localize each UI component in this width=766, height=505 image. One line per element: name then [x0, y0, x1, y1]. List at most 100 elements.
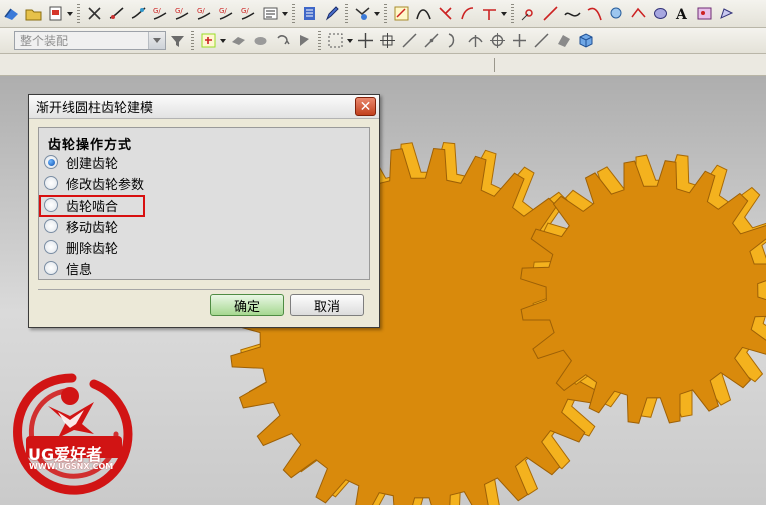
- gear-edit-icon-3[interactable]: G/: [195, 5, 213, 23]
- radio-button[interactable]: [44, 155, 58, 169]
- dialog-title: 渐开线圆柱齿轮建模: [36, 101, 154, 116]
- radio-button[interactable]: [44, 261, 58, 275]
- gear-edit-icon-2[interactable]: G/: [173, 5, 191, 23]
- solid-icon[interactable]: [251, 32, 269, 50]
- image-icon[interactable]: [695, 5, 713, 23]
- toolbar-grip[interactable]: [345, 3, 348, 24]
- snap-point-icon[interactable]: [199, 32, 217, 50]
- close-button[interactable]: ✕: [355, 97, 376, 116]
- shape-icon[interactable]: [717, 5, 735, 23]
- assembly-scope-combo[interactable]: 整个装配: [14, 31, 166, 50]
- snap-quadrant-icon[interactable]: [466, 32, 484, 50]
- helix-icon[interactable]: [607, 5, 625, 23]
- document-icon[interactable]: [46, 5, 64, 23]
- feature-list-icon[interactable]: [261, 5, 279, 23]
- rotate-icon[interactable]: [273, 32, 291, 50]
- svg-text:G/: G/: [241, 7, 249, 15]
- ug-logo: [13, 373, 133, 495]
- main-toolbar: G/ G/ G/ G/ G/ A: [0, 0, 766, 28]
- line-icon[interactable]: [541, 5, 559, 23]
- radio-button[interactable]: [44, 240, 58, 254]
- trim-curve-icon[interactable]: [436, 5, 454, 23]
- option-move-gear[interactable]: 移动齿轮: [44, 216, 118, 236]
- edit-feature-icon[interactable]: [107, 5, 125, 23]
- snap-curve-icon[interactable]: [444, 32, 462, 50]
- surface-icon[interactable]: [651, 5, 669, 23]
- svg-text:A: A: [675, 7, 688, 22]
- cancel-button[interactable]: 取消: [290, 294, 364, 316]
- snap-intersection-icon[interactable]: [510, 32, 528, 50]
- ok-button[interactable]: 确定: [210, 294, 284, 316]
- pan-icon[interactable]: [356, 32, 374, 50]
- toolbar-grip[interactable]: [191, 30, 194, 51]
- gear-edit-icon-4[interactable]: G/: [217, 5, 235, 23]
- dropdown-arrow-icon[interactable]: [219, 32, 227, 50]
- offset-curve-icon[interactable]: [458, 5, 476, 23]
- toolbar-grip[interactable]: [511, 3, 514, 24]
- sketch-icon[interactable]: [392, 5, 410, 23]
- dropdown-arrow-icon[interactable]: [66, 5, 74, 23]
- logo-url-text: WWW.UGSNX.COM: [29, 462, 114, 471]
- dropdown-arrow-icon[interactable]: [281, 5, 289, 23]
- option-label: 删除齿轮: [66, 241, 119, 257]
- dropdown-arrow-icon[interactable]: [500, 5, 508, 23]
- option-label: 创建齿轮: [66, 156, 119, 172]
- option-info[interactable]: 信息: [44, 258, 92, 278]
- option-label: 信息: [66, 262, 93, 278]
- snap-line-icon[interactable]: [400, 32, 418, 50]
- dropdown-arrow-icon[interactable]: [373, 5, 381, 23]
- highlight-box: [39, 195, 145, 217]
- radio-button[interactable]: [44, 176, 58, 190]
- transform-icon[interactable]: [353, 5, 371, 23]
- resource-strip: [0, 54, 766, 76]
- point-icon[interactable]: [519, 5, 537, 23]
- small-gear-face: [520, 160, 766, 424]
- snap-center-icon[interactable]: [488, 32, 506, 50]
- toolbar-grip[interactable]: [384, 3, 387, 24]
- bridge-curve-icon[interactable]: [480, 5, 498, 23]
- dialog-divider: [38, 289, 370, 290]
- filter-icon[interactable]: [168, 32, 186, 50]
- select-box-icon[interactable]: [326, 32, 344, 50]
- curve-icon[interactable]: [414, 5, 432, 23]
- toolbar-grip[interactable]: [292, 3, 295, 24]
- body-icon[interactable]: [229, 32, 247, 50]
- spline-icon[interactable]: [563, 5, 581, 23]
- edit-parameters-icon[interactable]: [129, 5, 147, 23]
- gear-edit-icon-5[interactable]: G/: [239, 5, 257, 23]
- snap-on-curve-icon[interactable]: [532, 32, 550, 50]
- assembly-toolbar: 整个装配: [0, 28, 766, 54]
- option-label: 修改齿轮参数: [66, 177, 145, 193]
- gear-modeling-dialog: 渐开线圆柱齿轮建模 ✕ 齿轮操作方式 创建齿轮 修改齿轮参数 齿轮啮合 移动齿轮…: [28, 94, 380, 328]
- cut-icon[interactable]: [85, 5, 103, 23]
- section-curve-icon[interactable]: [629, 5, 647, 23]
- radio-button[interactable]: [44, 219, 58, 233]
- svg-text:G/: G/: [175, 7, 183, 15]
- close-icon: ✕: [359, 98, 372, 115]
- dropdown-arrow-icon[interactable]: [346, 32, 354, 50]
- assembly-scope-value: 整个装配: [20, 34, 69, 48]
- model-icon[interactable]: [2, 5, 20, 23]
- toolbar-grip[interactable]: [77, 3, 80, 24]
- list-icon[interactable]: [300, 5, 318, 23]
- svg-text:G/: G/: [219, 7, 227, 15]
- snap-face-icon[interactable]: [554, 32, 572, 50]
- arc-icon[interactable]: [585, 5, 603, 23]
- pen-icon[interactable]: [322, 5, 340, 23]
- cube-icon[interactable]: [576, 32, 594, 50]
- svg-text:G/: G/: [153, 7, 161, 15]
- option-create-gear[interactable]: 创建齿轮: [44, 152, 118, 172]
- open-folder-icon[interactable]: [24, 5, 42, 23]
- option-modify-gear-params[interactable]: 修改齿轮参数: [44, 173, 144, 193]
- center-icon[interactable]: [378, 32, 396, 50]
- gear-edit-icon-1[interactable]: G/: [151, 5, 169, 23]
- snap-midpoint-icon[interactable]: [422, 32, 440, 50]
- chevron-down-icon[interactable]: [148, 32, 165, 49]
- toolbar-grip[interactable]: [318, 30, 321, 51]
- move-icon[interactable]: [295, 32, 313, 50]
- strip-divider: [494, 58, 495, 72]
- option-delete-gear[interactable]: 删除齿轮: [44, 237, 118, 257]
- text-icon[interactable]: A: [673, 5, 691, 23]
- group-title: 齿轮操作方式: [48, 138, 133, 153]
- dialog-titlebar[interactable]: 渐开线圆柱齿轮建模 ✕: [29, 95, 379, 119]
